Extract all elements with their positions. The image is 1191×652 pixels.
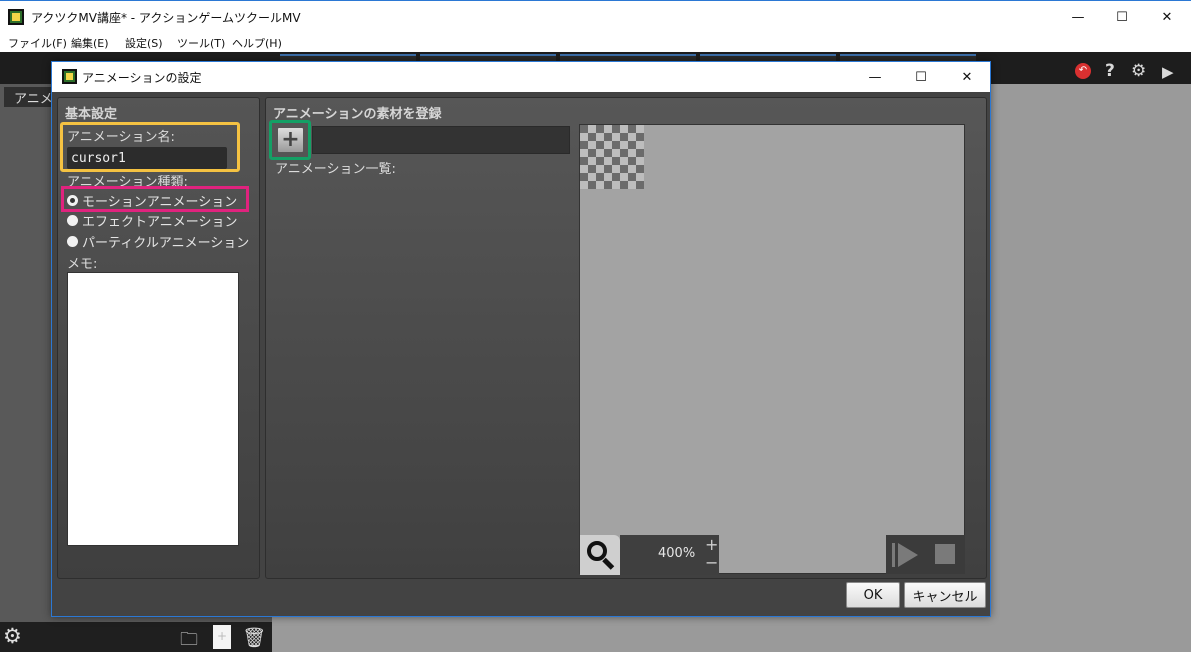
menu-settings[interactable]: 設定(S) <box>125 35 163 51</box>
zoom-control: 400% + − <box>620 535 719 575</box>
magnifier-handle <box>602 557 615 570</box>
main-titlebar: アクツクMV講座* - アクションゲームツクールMV — ☐ ✕ <box>0 0 1191 32</box>
menu-file[interactable]: ファイル(F) <box>8 35 67 51</box>
memo-label: メモ: <box>67 257 98 272</box>
gear-icon[interactable]: ⚙ <box>3 624 22 648</box>
radio-effect-animation[interactable]: エフェクトアニメーション <box>67 211 247 230</box>
zoom-out-button[interactable]: − <box>705 555 718 571</box>
radio-dot[interactable] <box>67 235 78 247</box>
radio-motion-animation[interactable]: モーションアニメーション <box>67 191 247 210</box>
radio-label: モーションアニメーション <box>82 194 238 210</box>
help-icon[interactable]: ? <box>1105 61 1115 81</box>
add-material-button[interactable]: + <box>277 127 304 153</box>
material-panel: アニメーションの素材を登録 + アニメーション一覧: 400% + − <box>265 97 987 579</box>
basic-settings-panel: 基本設定 アニメーション名: アニメーション種類: モーションアニメーション エ… <box>57 97 260 579</box>
play-button[interactable] <box>898 543 918 567</box>
dialog-minimize-button[interactable]: — <box>852 62 898 92</box>
animation-name-label: アニメーション名: <box>67 130 175 145</box>
dialog-close-button[interactable]: ✕ <box>944 62 990 92</box>
animation-name-input[interactable] <box>67 147 227 169</box>
ok-button[interactable]: OK <box>846 582 900 608</box>
play-icon[interactable] <box>892 543 895 567</box>
radio-label: パーティクルアニメーション <box>82 235 250 251</box>
radio-dot[interactable] <box>67 194 78 206</box>
app-icon <box>62 69 77 84</box>
trash-icon[interactable]: 🗑 <box>242 626 266 649</box>
animation-settings-dialog: アニメーションの設定 — ☐ ✕ 基本設定 アニメーション名: アニメーション種… <box>51 61 991 617</box>
zoom-in-button[interactable]: + <box>705 537 718 553</box>
sprite-thumbnail[interactable] <box>580 125 644 189</box>
zoom-tool-button[interactable] <box>580 535 620 575</box>
left-panel-tab[interactable]: アニメ <box>4 87 54 107</box>
playback-controls <box>886 535 965 574</box>
undo-icon[interactable]: ↶ <box>1075 63 1091 79</box>
dialog-title: アニメーションの設定 <box>82 71 202 85</box>
maximize-button[interactable]: ☐ <box>1099 1 1145 33</box>
animation-list-label: アニメーション一覧: <box>275 162 396 177</box>
window-title: アクツクMV講座* - アクションゲームツクールMV <box>31 11 301 25</box>
dialog-titlebar: アニメーションの設定 — ☐ ✕ <box>52 62 990 92</box>
radio-dot[interactable] <box>67 214 78 226</box>
minimize-button[interactable]: — <box>1055 1 1101 33</box>
radio-particle-animation[interactable]: パーティクルアニメーション <box>67 232 250 251</box>
cancel-button[interactable]: キャンセル <box>904 582 986 608</box>
play-icon[interactable]: ▶ <box>1162 63 1174 81</box>
menubar: ファイル(F) 編集(E) 設定(S) ツール(T) ヘルプ(H) <box>0 32 1191 52</box>
radio-label: エフェクトアニメーション <box>82 214 238 230</box>
dialog-maximize-button[interactable]: ☐ <box>898 62 944 92</box>
basic-settings-heading: 基本設定 <box>65 107 118 122</box>
memo-textarea[interactable] <box>67 272 239 546</box>
zoom-value: 400% <box>658 546 696 561</box>
menu-edit[interactable]: 編集(E) <box>71 35 109 51</box>
gear-icon[interactable]: ⚙ <box>1131 61 1146 81</box>
app-icon <box>8 9 24 25</box>
menu-help[interactable]: ヘルプ(H) <box>232 35 282 51</box>
stop-button[interactable] <box>935 544 955 564</box>
add-folder-icon[interactable]: 🗀 <box>180 627 198 652</box>
close-button[interactable]: ✕ <box>1144 1 1190 33</box>
animation-preview[interactable]: 400% + − <box>579 124 965 575</box>
bottom-toolbar <box>0 622 272 652</box>
material-path-field[interactable] <box>312 126 570 154</box>
menu-tools[interactable]: ツール(T) <box>177 35 225 51</box>
new-file-icon[interactable]: + <box>213 625 231 649</box>
